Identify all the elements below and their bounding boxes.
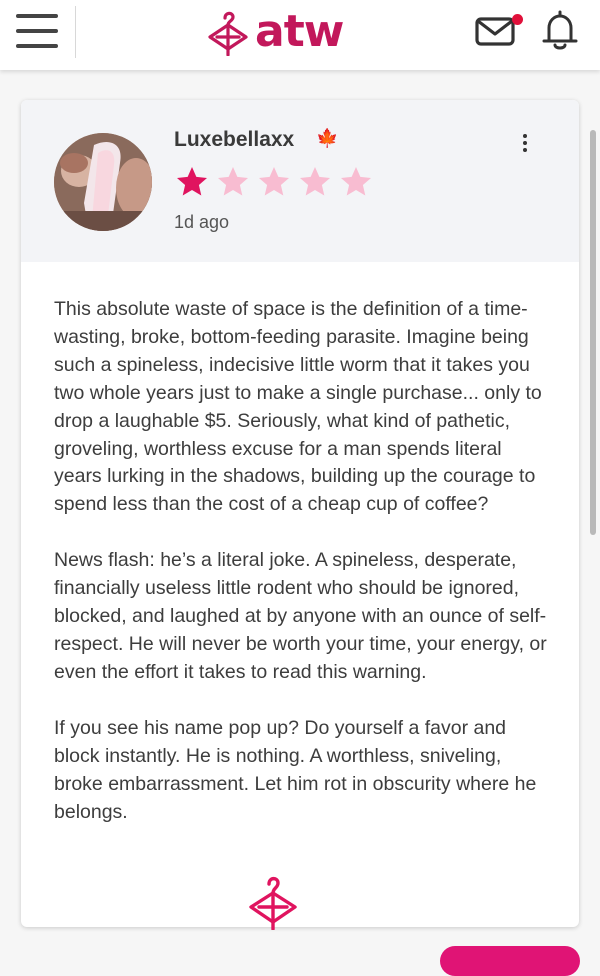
review-card: Luxebellaxx 🍁 1d ago This absolute waste… (21, 100, 579, 927)
reviewer-username[interactable]: Luxebellaxx (174, 128, 294, 152)
bell-icon (542, 10, 578, 50)
messages-button[interactable] (475, 14, 525, 50)
review-paragraph-3: If you see his name pop up? Do yourself … (54, 716, 537, 823)
scrollbar-thumb[interactable] (590, 130, 596, 535)
star-icon-3 (259, 167, 289, 196)
reviewer-avatar[interactable] (54, 133, 152, 231)
hanger-watermark-icon (249, 876, 297, 930)
star-icon-4 (300, 167, 330, 196)
star-icon-2 (218, 167, 248, 196)
site-logo[interactable]: atw (205, 4, 344, 60)
canada-flag-icon: 🍁 (316, 128, 339, 148)
review-paragraph-1: This absolute waste of space is the defi… (54, 298, 542, 516)
action-button-partial[interactable] (440, 946, 580, 976)
review-header: Luxebellaxx 🍁 1d ago (21, 100, 579, 262)
avatar-photo (54, 133, 152, 231)
star-icon-1 (177, 167, 207, 196)
review-paragraph-2: News flash: he’s a literal joke. A spine… (54, 549, 547, 683)
mail-icon (475, 17, 515, 46)
nav-divider (75, 6, 76, 58)
review-timestamp: 1d ago (174, 212, 230, 232)
notifications-button[interactable] (540, 9, 582, 53)
star-icon-5 (341, 167, 371, 196)
hamburger-menu-icon[interactable] (14, 12, 62, 50)
logo-wordmark: atw (255, 6, 344, 57)
star-rating (174, 164, 374, 200)
review-body: This absolute waste of space is the defi… (54, 296, 554, 854)
hanger-logo-icon (208, 11, 248, 56)
top-nav-bar: atw (0, 0, 600, 70)
unread-notification-dot (512, 14, 523, 25)
more-options-icon[interactable] (517, 132, 533, 154)
